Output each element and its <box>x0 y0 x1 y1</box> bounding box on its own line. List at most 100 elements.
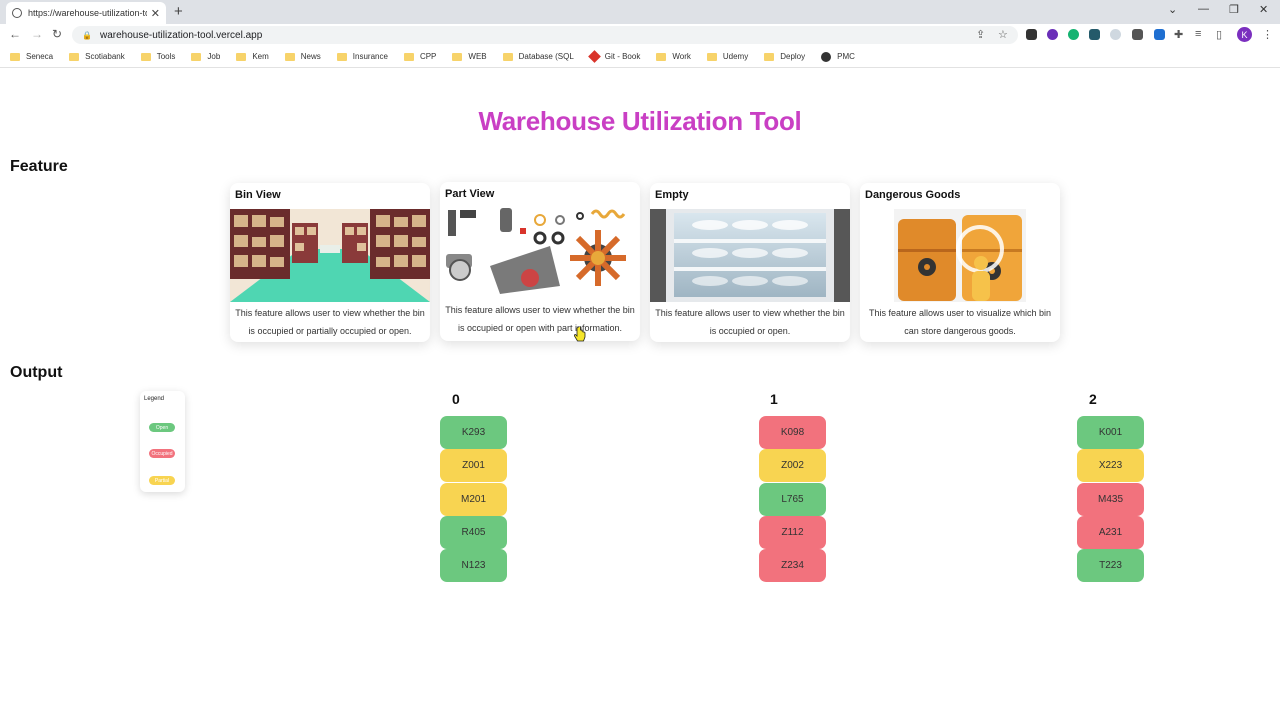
legend-title: Legend <box>144 396 165 402</box>
tab-search-icon[interactable]: ⌄ <box>1168 3 1177 16</box>
globe-icon <box>12 8 22 18</box>
legend-partial-pill: Partial <box>149 476 175 485</box>
legend: Legend Open Occupied Partial <box>140 391 185 492</box>
card-description: This feature allows user to view whether… <box>445 305 635 333</box>
bookmark-item[interactable]: WEB <box>452 52 487 61</box>
output-heading: Output <box>10 364 63 381</box>
extension-icon[interactable] <box>1110 29 1121 40</box>
minimize-icon[interactable]: — <box>1198 3 1209 15</box>
lock-icon: 🔒 <box>82 30 92 40</box>
grammarly-icon[interactable] <box>1068 29 1079 40</box>
feature-card-empty[interactable]: Empty This feature allows user to view w… <box>650 183 850 342</box>
new-tab-icon[interactable]: + <box>174 3 183 20</box>
bookmark-item[interactable]: Database (SQL <box>502 52 574 61</box>
card-title: Part View <box>445 188 495 200</box>
folder-icon <box>69 52 80 61</box>
folder-icon <box>452 52 463 61</box>
card-description: This feature allows user to view whether… <box>235 308 425 336</box>
bin-cell[interactable]: T223 <box>1077 549 1144 582</box>
bookmark-item[interactable]: News <box>284 52 321 61</box>
feature-card-bin-view[interactable]: Bin View This feature allows user to vie… <box>230 183 430 342</box>
folder-icon <box>403 52 414 61</box>
bookmark-item[interactable]: Tools <box>140 52 175 61</box>
folder-icon <box>706 52 717 61</box>
card-title: Empty <box>655 189 689 201</box>
bookmark-item[interactable]: Work <box>656 52 691 61</box>
column-header-1: 1 <box>770 391 778 407</box>
extension-icon[interactable] <box>1047 29 1058 40</box>
folder-icon <box>502 52 513 61</box>
bin-cell[interactable]: Z234 <box>759 549 826 582</box>
feature-heading: Feature <box>10 158 68 175</box>
bookmark-item[interactable]: Udemy <box>706 52 748 61</box>
bookmark-item[interactable]: CPP <box>403 52 436 61</box>
folder-icon <box>284 52 295 61</box>
hand-cursor-icon <box>574 327 586 342</box>
hazard-barrels-image <box>894 209 1026 302</box>
share-icon[interactable]: ⇪ <box>976 28 985 41</box>
address-toolbar: ← → ↻ 🔒 warehouse-utilization-tool.verce… <box>0 24 1280 46</box>
url-text: warehouse-utilization-tool.vercel.app <box>99 29 263 41</box>
bin-cell[interactable]: K001 <box>1077 416 1144 449</box>
restore-icon[interactable]: ❐ <box>1229 3 1239 16</box>
extension-icon[interactable] <box>1132 29 1143 40</box>
menu-icon[interactable]: ⋮ <box>1262 28 1273 41</box>
bin-cell[interactable]: K293 <box>440 416 507 449</box>
folder-icon <box>10 52 20 61</box>
warehouse-shelves-image <box>230 209 430 302</box>
reload-icon[interactable]: ↻ <box>52 27 62 41</box>
browser-tab-strip: https://warehouse-utilization-to... ✕ + … <box>0 0 1280 24</box>
bookmark-item[interactable]: Job <box>191 52 220 61</box>
bin-cell[interactable]: Z001 <box>440 449 507 482</box>
bin-cell[interactable]: A231 <box>1077 516 1144 549</box>
extension-icon[interactable] <box>1089 29 1100 40</box>
window-close-icon[interactable]: ✕ <box>1259 3 1268 16</box>
feature-card-dangerous-goods[interactable]: Dangerous Goods This feature allows user… <box>860 183 1060 342</box>
bookmark-item[interactable]: Kem <box>236 52 269 61</box>
folder-icon <box>656 52 667 61</box>
extension-icon[interactable] <box>1154 29 1165 40</box>
bookmark-star-icon[interactable]: ☆ <box>998 28 1008 41</box>
bookmarks-bar: Seneca Scotiabank Tools Job Kem News Ins… <box>0 46 1280 68</box>
bookmark-item[interactable]: PMC <box>821 51 855 62</box>
reading-list-icon[interactable]: ≡ <box>1195 28 1201 40</box>
bookmark-item[interactable]: Deploy <box>764 52 805 61</box>
card-title: Dangerous Goods <box>865 189 961 201</box>
card-title: Bin View <box>235 189 281 201</box>
back-icon[interactable]: ← <box>9 27 21 41</box>
legend-open-pill: Open <box>149 423 175 432</box>
tab-title: https://warehouse-utilization-to... <box>28 8 147 18</box>
bin-cell[interactable]: Z112 <box>759 516 826 549</box>
legend-occupied-pill: Occupied <box>149 449 175 458</box>
card-description: This feature allows user to visualize wh… <box>868 308 1052 336</box>
bin-cell[interactable]: N123 <box>440 549 507 582</box>
profile-avatar[interactable]: K <box>1237 27 1252 42</box>
close-tab-icon[interactable]: ✕ <box>151 7 160 20</box>
url-bar[interactable]: 🔒 warehouse-utilization-tool.vercel.app <box>72 26 1018 44</box>
side-panel-icon[interactable]: ▯ <box>1216 28 1222 41</box>
git-icon <box>587 50 601 63</box>
puzzle-icon[interactable]: ✚ <box>1174 28 1183 41</box>
bin-cell[interactable]: K098 <box>759 416 826 449</box>
extension-icon[interactable] <box>1026 29 1037 40</box>
bin-cell[interactable]: Z002 <box>759 449 826 482</box>
empty-shelf-image <box>650 209 850 302</box>
machine-parts-image <box>440 206 640 299</box>
bookmark-item[interactable]: Insurance <box>336 52 388 61</box>
bookmark-item[interactable]: Scotiabank <box>69 52 125 61</box>
bin-cell[interactable]: M435 <box>1077 483 1144 516</box>
bookmark-item[interactable]: Git - Book <box>587 50 640 63</box>
column-header-2: 2 <box>1089 391 1097 407</box>
folder-icon <box>764 52 775 61</box>
forward-icon[interactable]: → <box>31 27 43 41</box>
bookmark-item[interactable]: Seneca <box>10 52 53 61</box>
card-description: This feature allows user to view whether… <box>655 308 845 336</box>
bin-cell[interactable]: X223 <box>1077 449 1144 482</box>
folder-icon <box>191 52 202 61</box>
browser-tab[interactable]: https://warehouse-utilization-to... ✕ <box>6 2 166 24</box>
feature-card-part-view[interactable]: Part View This feature allows user to vi… <box>440 182 640 341</box>
bin-cell[interactable]: M201 <box>440 483 507 516</box>
bin-cell[interactable]: L765 <box>759 483 826 516</box>
bin-cell[interactable]: R405 <box>440 516 507 549</box>
page-title: Warehouse Utilization Tool <box>478 106 802 136</box>
